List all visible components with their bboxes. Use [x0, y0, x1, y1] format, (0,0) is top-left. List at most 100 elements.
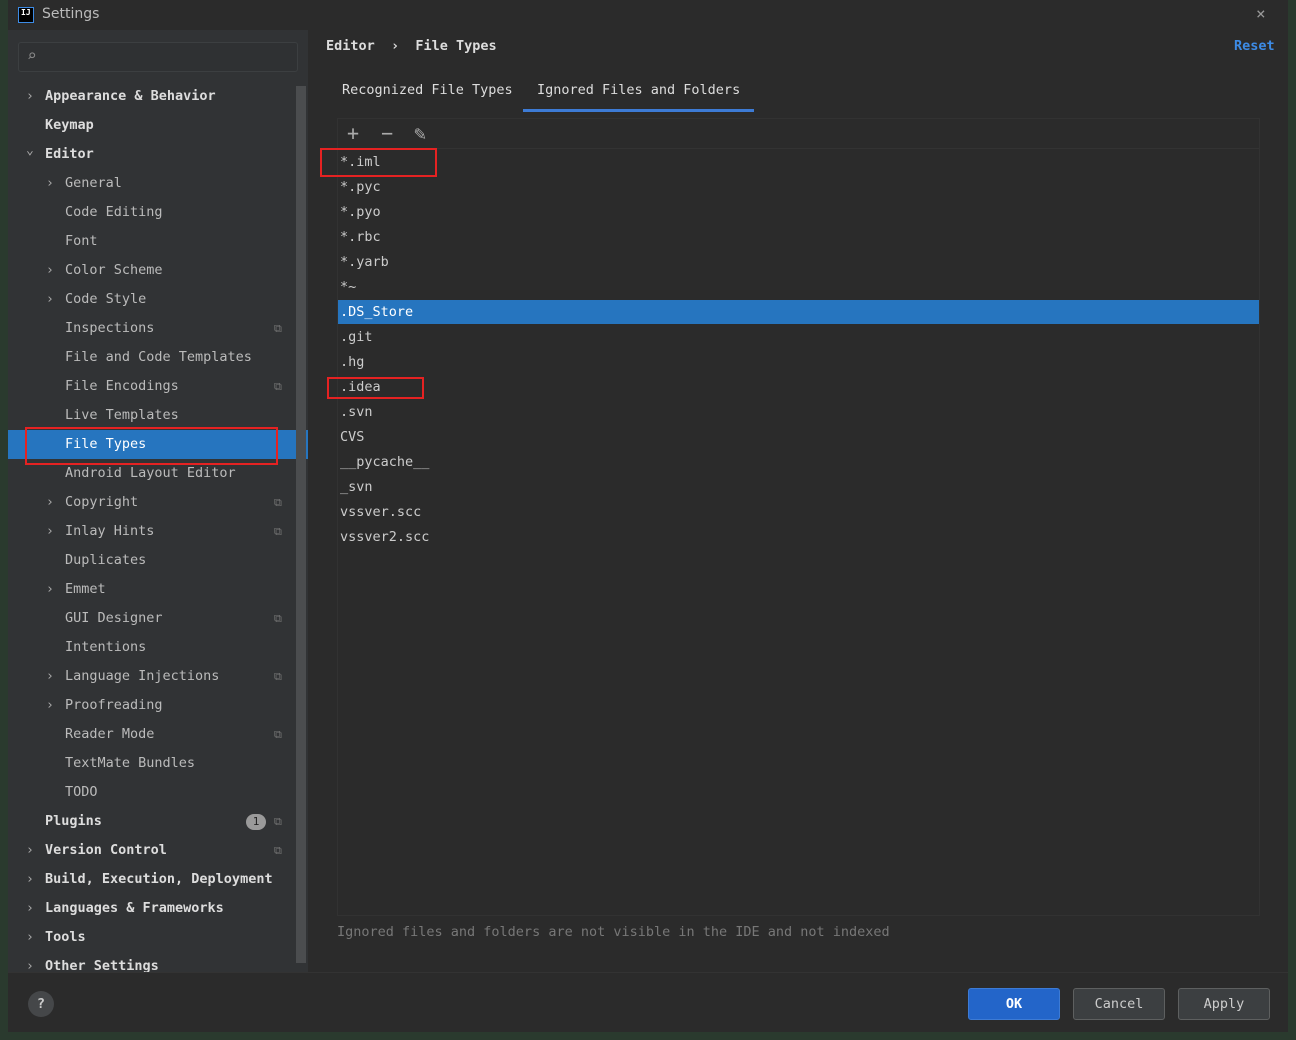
list-item[interactable]: CVS: [338, 425, 1259, 449]
sidebar-item-general[interactable]: › General: [8, 169, 308, 198]
sidebar-item-build-execution-deployment[interactable]: › Build, Execution, Deployment: [8, 865, 308, 894]
chevron-right-icon[interactable]: ›: [46, 575, 54, 604]
tab-ignored-files[interactable]: Ignored Files and Folders: [523, 74, 755, 112]
sidebar-item-file-encodings[interactable]: File Encodings ⧉: [8, 372, 308, 401]
chevron-down-icon[interactable]: ⌄: [26, 136, 34, 165]
sidebar-item-emmet[interactable]: › Emmet: [8, 575, 308, 604]
tab-recognized-file-types[interactable]: Recognized File Types: [328, 74, 527, 112]
list-item[interactable]: .idea: [338, 375, 1259, 399]
sidebar-item-file-and-code-templates[interactable]: File and Code Templates: [8, 343, 308, 372]
chevron-right-icon[interactable]: ›: [46, 488, 54, 517]
list-item[interactable]: _svn: [338, 475, 1259, 499]
remove-icon[interactable]: −: [381, 121, 393, 145]
sidebar-item-label: Languages & Frameworks: [45, 900, 224, 916]
list-item[interactable]: .hg: [338, 350, 1259, 374]
sidebar-item-inspections[interactable]: Inspections ⧉: [8, 314, 308, 343]
list-item[interactable]: *.rbc: [338, 225, 1259, 249]
chevron-right-icon[interactable]: ›: [46, 169, 54, 198]
add-icon[interactable]: +: [347, 121, 359, 145]
sidebar-item-font[interactable]: Font: [8, 227, 308, 256]
list-item[interactable]: *.iml: [338, 150, 1259, 174]
sidebar-item-tools[interactable]: › Tools: [8, 923, 308, 952]
sidebar-item-keymap[interactable]: Keymap: [8, 111, 308, 140]
highlight-iml: [320, 148, 437, 177]
cancel-button[interactable]: Cancel: [1073, 988, 1165, 1020]
list-item[interactable]: *.pyc: [338, 175, 1259, 199]
sidebar-item-inlay-hints[interactable]: › Inlay Hints ⧉: [8, 517, 308, 546]
breadcrumb: Editor › File Types: [326, 38, 497, 54]
help-button[interactable]: ?: [28, 991, 54, 1017]
project-settings-icon: ⧉: [274, 612, 282, 625]
chevron-right-icon[interactable]: ›: [46, 285, 54, 314]
sidebar-item-label: Inspections: [65, 320, 155, 336]
sidebar-item-version-control[interactable]: › Version Control ⧉: [8, 836, 308, 865]
chevron-right-icon[interactable]: ›: [46, 662, 54, 691]
project-settings-icon: ⧉: [274, 815, 282, 828]
sidebar-item-label: Live Templates: [65, 407, 179, 423]
sidebar-item-label: Intentions: [65, 639, 147, 655]
list-item[interactable]: *.yarb: [338, 250, 1259, 274]
main-panel: Editor › File Types Reset Recognized Fil…: [308, 30, 1288, 972]
sidebar-item-label: Emmet: [65, 581, 106, 597]
chevron-right-icon[interactable]: ›: [26, 82, 34, 111]
project-settings-icon: ⧉: [274, 844, 282, 857]
list-toolbar: + − ✎: [338, 119, 1259, 149]
sidebar-item-label: Code Editing: [65, 204, 163, 220]
sidebar: ⌕ › Appearance & Behavior Keymap ⌄ Editor › Ge…: [8, 30, 308, 974]
edit-icon[interactable]: ✎: [414, 121, 426, 145]
footer: ? OK Cancel Apply: [8, 972, 1288, 1032]
sidebar-item-languages-frameworks[interactable]: › Languages & Frameworks: [8, 894, 308, 923]
close-icon[interactable]: ×: [1256, 4, 1266, 23]
chevron-right-icon[interactable]: ›: [46, 256, 54, 285]
list-item[interactable]: .git: [338, 325, 1259, 349]
sidebar-scrollbar[interactable]: [296, 86, 306, 963]
sidebar-item-label: File and Code Templates: [65, 349, 252, 365]
sidebar-item-label: Color Scheme: [65, 262, 163, 278]
sidebar-item-label: GUI Designer: [65, 610, 163, 626]
apply-button[interactable]: Apply: [1178, 988, 1270, 1020]
sidebar-item-label: Reader Mode: [65, 726, 155, 742]
sidebar-item-label: Appearance & Behavior: [45, 88, 216, 104]
update-count-badge: 1: [246, 814, 266, 830]
project-settings-icon: ⧉: [274, 496, 282, 509]
sidebar-item-copyright[interactable]: › Copyright ⧉: [8, 488, 308, 517]
list-item[interactable]: .DS_Store: [338, 300, 1259, 324]
sidebar-item-label: Code Style: [65, 291, 147, 307]
chevron-right-icon[interactable]: ›: [26, 836, 34, 865]
sidebar-item-live-templates[interactable]: Live Templates: [8, 401, 308, 430]
list-item[interactable]: vssver2.scc: [338, 525, 1259, 549]
sidebar-item-todo[interactable]: TODO: [8, 778, 308, 807]
project-settings-icon: ⧉: [274, 670, 282, 683]
sidebar-item-appearance-behavior[interactable]: › Appearance & Behavior: [8, 82, 308, 111]
ignored-list: + − ✎ *.iml *.pyc *.pyo *.rbc *.yarb *~ .DS_St…: [337, 118, 1260, 916]
sidebar-item-code-style[interactable]: › Code Style: [8, 285, 308, 314]
sidebar-item-color-scheme[interactable]: › Color Scheme: [8, 256, 308, 285]
search-input[interactable]: ⌕: [18, 42, 298, 72]
sidebar-item-reader-mode[interactable]: Reader Mode ⧉: [8, 720, 308, 749]
sidebar-item-gui-designer[interactable]: GUI Designer ⧉: [8, 604, 308, 633]
chevron-right-icon[interactable]: ›: [46, 691, 54, 720]
list-item[interactable]: vssver.scc: [338, 500, 1259, 524]
chevron-right-icon[interactable]: ›: [46, 517, 54, 546]
chevron-right-icon[interactable]: ›: [26, 923, 34, 952]
highlight-idea: [327, 377, 424, 399]
sidebar-item-code-editing[interactable]: Code Editing: [8, 198, 308, 227]
sidebar-item-duplicates[interactable]: Duplicates: [8, 546, 308, 575]
sidebar-item-label: Font: [65, 233, 98, 249]
reset-link[interactable]: Reset: [1234, 38, 1275, 54]
chevron-right-icon[interactable]: ›: [26, 894, 34, 923]
sidebar-item-plugins[interactable]: Plugins 1 ⧉: [8, 807, 308, 836]
sidebar-item-intentions[interactable]: Intentions: [8, 633, 308, 662]
list-item[interactable]: __pycache__: [338, 450, 1259, 474]
sidebar-item-label: Proofreading: [65, 697, 163, 713]
list-item[interactable]: *~: [338, 275, 1259, 299]
chevron-right-icon[interactable]: ›: [26, 865, 34, 894]
sidebar-item-editor[interactable]: ⌄ Editor: [8, 140, 308, 169]
ok-button[interactable]: OK: [968, 988, 1060, 1020]
sidebar-item-language-injections[interactable]: › Language Injections ⧉: [8, 662, 308, 691]
sidebar-item-proofreading[interactable]: › Proofreading: [8, 691, 308, 720]
list-item[interactable]: *.pyo: [338, 200, 1259, 224]
list-item[interactable]: .svn: [338, 400, 1259, 424]
sidebar-item-label: Version Control: [45, 842, 167, 858]
sidebar-item-textmate-bundles[interactable]: TextMate Bundles: [8, 749, 308, 778]
